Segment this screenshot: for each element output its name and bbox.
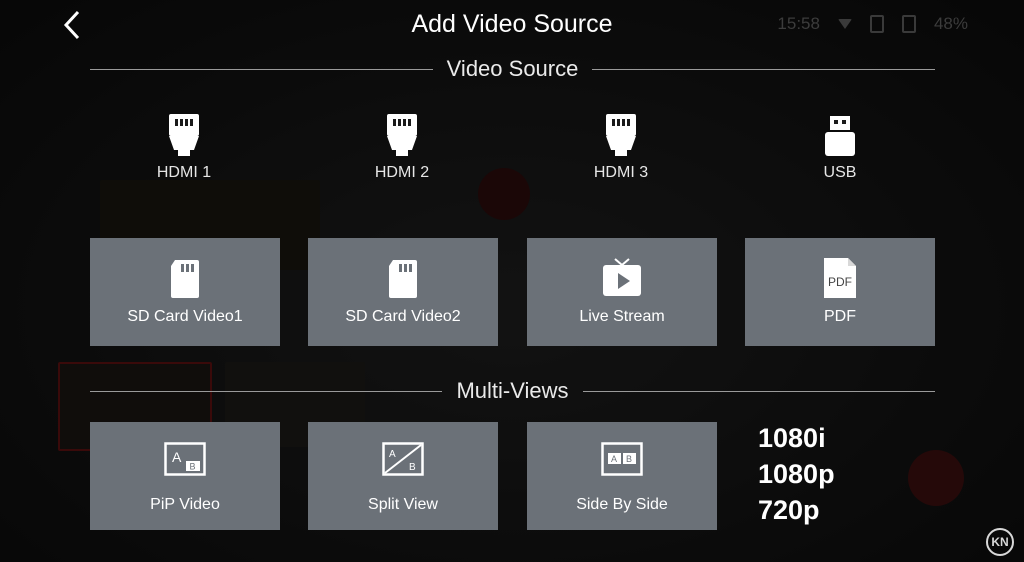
pdf-icon-text: PDF [828, 275, 852, 289]
tv-icon [603, 258, 641, 296]
tile-label: Side By Side [576, 496, 668, 513]
sd-card-icon [389, 260, 417, 298]
section-label: Video Source [446, 56, 579, 81]
tile-label: SD Card Video2 [345, 308, 461, 325]
pdf-icon: PDF [824, 258, 856, 298]
source-hdmi-1[interactable]: HDMI 1 [89, 112, 279, 197]
source-hdmi-2[interactable]: HDMI 2 [307, 112, 497, 197]
resolution-1080i: 1080i [758, 423, 826, 453]
pip-icon-a: A [172, 449, 182, 465]
usb-icon [825, 116, 855, 156]
tile-label: PiP Video [150, 496, 220, 513]
page-title: Add Video Source [411, 10, 613, 38]
section-label: Multi-Views [456, 378, 569, 403]
video-source-section-header: Video Source [90, 54, 936, 84]
divider [90, 68, 433, 70]
source-label: HDMI 3 [593, 164, 649, 181]
split-view-tile[interactable]: A B Split View [308, 422, 498, 530]
hdmi-icon [169, 114, 199, 156]
multi-views-section-header: Multi-Views [90, 376, 935, 406]
pip-icon: A B [164, 442, 206, 476]
sd-card-video1-tile[interactable]: SD Card Video1 [90, 238, 280, 346]
resolution-overlay: 1080i 1080p 720p [758, 420, 835, 528]
hdmi-icon [606, 114, 636, 156]
hdmi-icon [387, 114, 417, 156]
source-label: USB [823, 164, 857, 181]
divider [592, 68, 936, 70]
divider [582, 390, 935, 392]
tile-label: SD Card Video1 [127, 308, 243, 325]
live-stream-tile[interactable]: Live Stream [527, 238, 717, 346]
resolution-720p: 720p [758, 495, 820, 525]
split-icon-a: A [389, 449, 396, 460]
tile-label: Live Stream [579, 308, 665, 325]
pip-icon-b: B [190, 462, 196, 472]
source-hdmi-3[interactable]: HDMI 3 [526, 112, 716, 197]
source-label: HDMI 2 [374, 164, 430, 181]
source-usb[interactable]: USB [745, 112, 935, 197]
side-by-side-tile[interactable]: A B Side By Side [527, 422, 717, 530]
pdf-tile[interactable]: PDF PDF [745, 238, 935, 346]
side-icon-a: A [611, 454, 617, 464]
split-view-icon: A B [382, 442, 424, 476]
pip-video-tile[interactable]: A B PiP Video [90, 422, 280, 530]
channel-logo: KN [986, 528, 1014, 556]
sd-card-video2-tile[interactable]: SD Card Video2 [308, 238, 498, 346]
divider [90, 390, 443, 392]
sd-card-icon [171, 260, 199, 298]
source-label: HDMI 1 [156, 164, 212, 181]
side-by-side-icon: A B [601, 442, 643, 476]
side-icon-b: B [626, 454, 632, 464]
resolution-1080p: 1080p [758, 459, 835, 489]
split-icon-b: B [409, 462, 416, 473]
tile-label: Split View [368, 496, 438, 513]
tile-label: PDF [824, 308, 856, 325]
